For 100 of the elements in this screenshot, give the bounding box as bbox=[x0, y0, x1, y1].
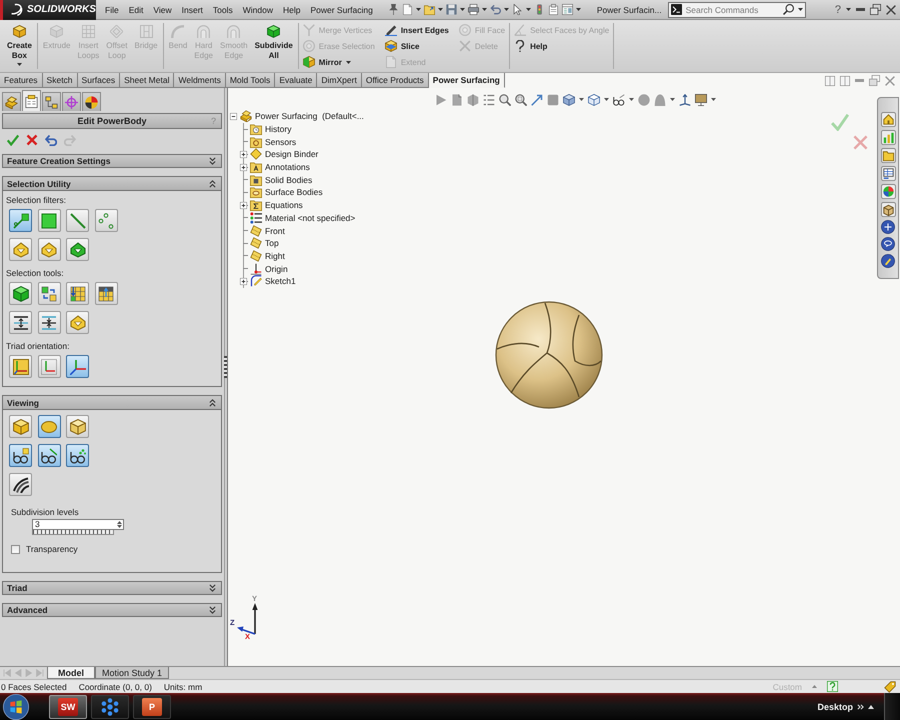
ribbon-button[interactable]: Subdivide All bbox=[254, 23, 294, 61]
triad-button[interactable] bbox=[66, 355, 89, 378]
section-header[interactable]: Triad bbox=[2, 581, 222, 595]
chart-icon[interactable] bbox=[880, 130, 896, 145]
pin-icon[interactable] bbox=[388, 4, 399, 15]
selection-filter-button[interactable] bbox=[66, 238, 89, 261]
tree-item[interactable]: Annotations bbox=[265, 162, 310, 172]
collapse-icon[interactable] bbox=[209, 180, 216, 188]
caret-icon[interactable] bbox=[629, 98, 634, 101]
selection-tool-button[interactable] bbox=[94, 282, 118, 305]
selection-tool-button[interactable] bbox=[66, 282, 89, 305]
folder-icon[interactable] bbox=[424, 4, 435, 15]
home-icon[interactable] bbox=[880, 112, 896, 127]
plus-box-icon[interactable] bbox=[240, 202, 247, 209]
command-tab[interactable]: Sketch bbox=[42, 73, 78, 88]
splitter-grip[interactable] bbox=[224, 356, 227, 378]
tree-item[interactable]: History bbox=[265, 124, 292, 134]
command-tab[interactable]: Features bbox=[0, 73, 43, 88]
table-icon[interactable] bbox=[880, 166, 896, 181]
axis-icon[interactable] bbox=[679, 94, 691, 106]
search-field[interactable]: Search Commands bbox=[668, 2, 806, 18]
selection-tool-button[interactable] bbox=[38, 311, 60, 334]
model-tab[interactable]: Model bbox=[47, 667, 95, 679]
start-button[interactable] bbox=[3, 694, 29, 720]
expand-icon[interactable] bbox=[209, 584, 216, 592]
ribbon-button[interactable]: Mirror bbox=[302, 55, 375, 69]
caret-icon[interactable] bbox=[670, 98, 675, 101]
tile-icon[interactable] bbox=[840, 76, 850, 86]
menu-item[interactable]: Edit bbox=[124, 4, 148, 14]
save-icon[interactable] bbox=[446, 4, 457, 15]
disc-icon[interactable] bbox=[881, 254, 895, 268]
caret-icon[interactable] bbox=[504, 8, 509, 11]
section-header[interactable]: Advanced bbox=[2, 603, 222, 617]
tree-item[interactable]: Material <not specified> bbox=[265, 212, 356, 223]
menu-item[interactable]: View bbox=[148, 4, 177, 14]
tree-item[interactable]: Design Binder bbox=[265, 149, 318, 160]
check-icon[interactable] bbox=[7, 134, 19, 146]
expand-icon[interactable] bbox=[209, 606, 216, 614]
caret-icon[interactable] bbox=[798, 8, 803, 11]
caret-icon[interactable] bbox=[526, 8, 531, 11]
cube-icon[interactable] bbox=[588, 94, 600, 106]
model-tab[interactable]: Motion Study 1 bbox=[95, 667, 170, 679]
selection-filter-button[interactable] bbox=[66, 209, 89, 232]
caret-icon[interactable] bbox=[482, 8, 487, 11]
check-icon[interactable] bbox=[831, 113, 849, 131]
arrow-icon[interactable] bbox=[531, 94, 543, 106]
caret-icon[interactable] bbox=[579, 98, 584, 101]
show-desktop-button[interactable] bbox=[884, 693, 900, 720]
box-icon[interactable] bbox=[880, 202, 896, 217]
help-button[interactable]: ? bbox=[834, 4, 841, 16]
command-tab[interactable]: Surfaces bbox=[78, 73, 120, 88]
slider-track[interactable] bbox=[32, 530, 114, 535]
restore-icon[interactable] bbox=[870, 4, 881, 15]
close-icon[interactable] bbox=[886, 4, 896, 14]
caret-icon[interactable] bbox=[416, 8, 421, 11]
panel-tab[interactable] bbox=[2, 92, 21, 111]
tree-item[interactable]: Sensors bbox=[265, 136, 296, 147]
tree-item[interactable]: Solid Bodies bbox=[265, 174, 312, 185]
plus-box-icon[interactable] bbox=[240, 278, 247, 285]
section-icon[interactable] bbox=[467, 94, 479, 106]
chevron-icon[interactable] bbox=[857, 704, 864, 710]
checkbox-label[interactable]: Transparency bbox=[26, 544, 78, 554]
section-header[interactable]: Selection Utility bbox=[3, 177, 221, 191]
command-tab[interactable]: Mold Tools bbox=[226, 73, 276, 88]
taskbar-button[interactable]: P bbox=[133, 694, 171, 718]
command-tab[interactable]: Evaluate bbox=[275, 73, 318, 88]
tree-item[interactable]: Surface Bodies bbox=[265, 187, 323, 198]
view-button[interactable] bbox=[66, 444, 89, 467]
selection-tool-button[interactable] bbox=[9, 311, 32, 334]
command-tab[interactable]: Weldments bbox=[174, 73, 226, 88]
caret-icon[interactable] bbox=[438, 8, 443, 11]
tree-item[interactable]: Front bbox=[265, 226, 285, 236]
ball-icon[interactable] bbox=[880, 184, 896, 199]
command-tab[interactable]: DimXpert bbox=[317, 73, 362, 88]
view-button[interactable] bbox=[9, 444, 32, 467]
tree-item[interactable]: Sketch1 bbox=[265, 276, 296, 286]
printer-icon[interactable] bbox=[468, 4, 479, 15]
ribbon-button[interactable]: Insert Edges bbox=[384, 23, 449, 37]
menu-item[interactable]: Insert bbox=[176, 4, 208, 14]
cube-icon[interactable] bbox=[563, 94, 575, 106]
tree-item[interactable]: Equations bbox=[265, 200, 303, 210]
menu-item[interactable]: Help bbox=[278, 4, 306, 14]
number-field[interactable]: 3 bbox=[32, 519, 124, 530]
magnifier-icon[interactable] bbox=[515, 94, 527, 106]
selection-filter-button[interactable] bbox=[94, 209, 118, 232]
section-header[interactable]: Feature Creation Settings bbox=[2, 154, 222, 168]
caret-icon[interactable] bbox=[711, 98, 716, 101]
tree-item[interactable]: Power Surfacing (Default<... bbox=[255, 111, 364, 122]
caret-icon[interactable] bbox=[868, 704, 874, 708]
tag-icon[interactable] bbox=[884, 680, 896, 692]
help-icon[interactable] bbox=[827, 681, 838, 692]
panel-tab[interactable] bbox=[42, 92, 61, 111]
selection-filter-button[interactable] bbox=[38, 238, 60, 261]
disc-icon[interactable] bbox=[881, 237, 895, 251]
undo-icon[interactable] bbox=[490, 4, 501, 15]
ribbon-button[interactable]: Slice bbox=[384, 39, 449, 53]
command-tab[interactable]: Sheet Metal bbox=[120, 73, 174, 88]
plus-box-icon[interactable] bbox=[240, 150, 247, 158]
ribbon-button[interactable]: Create Box bbox=[6, 23, 33, 67]
tile-icon[interactable] bbox=[825, 76, 835, 86]
